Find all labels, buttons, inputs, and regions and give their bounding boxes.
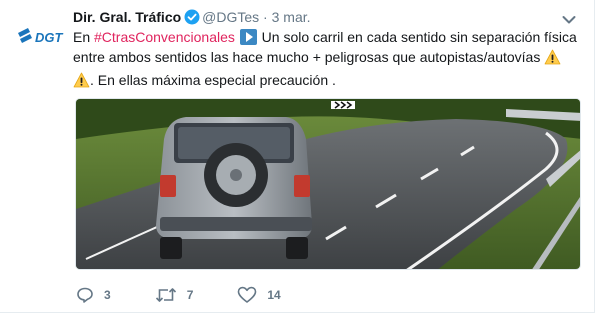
dgt-logo: DGT: [18, 28, 64, 45]
tweet-text: En #CtrasConvencionales Un solo carril e…: [73, 27, 578, 93]
warning-emoji: [544, 49, 561, 70]
avatar[interactable]: DGT: [16, 18, 68, 56]
play-button-emoji: [239, 29, 257, 45]
header-separator: ·: [263, 9, 268, 25]
like-count: 14: [267, 288, 281, 302]
hashtag-link[interactable]: #CtrasConvencionales: [94, 29, 235, 45]
tweet-photo[interactable]: [75, 98, 581, 270]
tweet-actions: 3 7 14: [76, 284, 325, 306]
tweet-card[interactable]: DGT Dir. Gral. Tráfico @DGTes · 3 mar. En…: [0, 0, 595, 313]
author-name[interactable]: Dir. Gral. Tráfico: [73, 9, 181, 25]
retweet-count: 7: [186, 288, 194, 302]
reply-count: 3: [104, 288, 111, 302]
reply-button[interactable]: 3: [76, 286, 111, 304]
warning-emoji: [73, 72, 90, 93]
avatar-logo-text: DGT: [35, 30, 64, 45]
author-handle[interactable]: @DGTes: [202, 9, 259, 25]
chevron-down-icon[interactable]: [562, 12, 576, 24]
heart-icon: [238, 286, 257, 303]
like-button[interactable]: 14: [237, 286, 281, 304]
suv-car: [156, 117, 312, 259]
tweet-text-part1: En: [73, 29, 95, 45]
tweet-text-part3: . En ellas máxima especial precaución .: [90, 72, 336, 88]
tweet-date[interactable]: 3 mar.: [272, 9, 311, 25]
retweet-icon: [155, 288, 176, 302]
reply-icon: [77, 287, 93, 303]
retweet-button[interactable]: 7: [155, 286, 194, 304]
